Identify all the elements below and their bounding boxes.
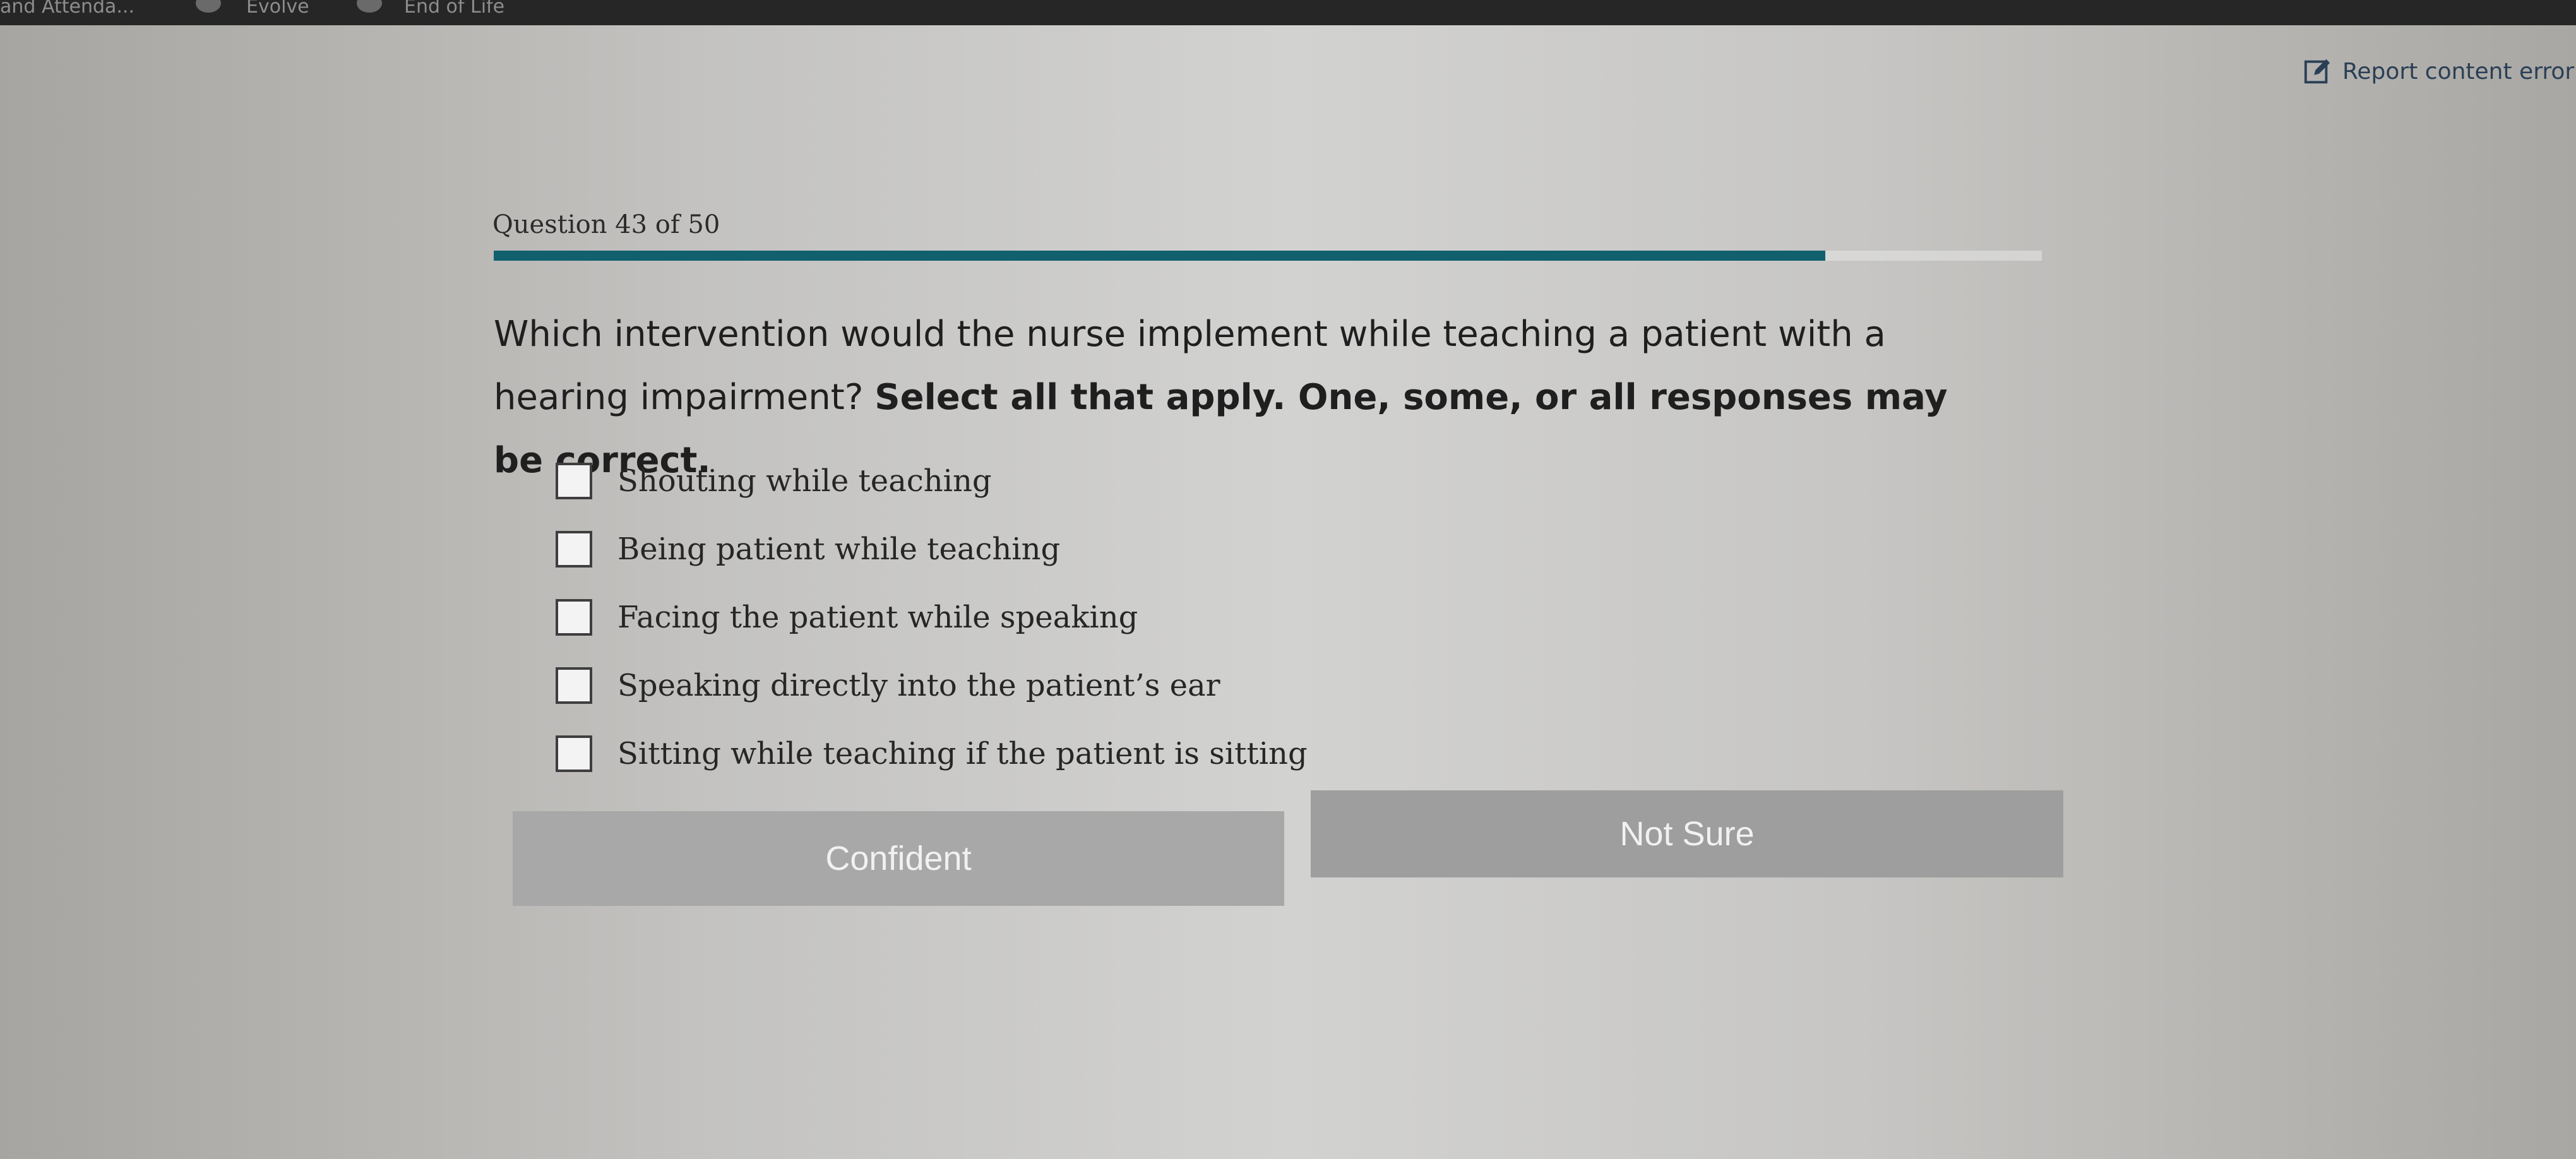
confident-button[interactable]: Confident <box>513 811 1284 906</box>
option-checkbox[interactable] <box>556 463 592 499</box>
evolve-icon <box>196 0 221 13</box>
browser-tab-end-of-life[interactable]: End of Life <box>404 0 504 16</box>
progress-bar-fill <box>494 251 1825 261</box>
report-content-error-link[interactable]: Report content error <box>2303 57 2574 86</box>
report-content-error-label: Report content error <box>2342 58 2575 85</box>
quiz-page: Report content error Question 43 of 50 W… <box>0 25 2576 1159</box>
evolve-icon <box>357 0 382 13</box>
browser-tab-attendance[interactable]: and Attenda... <box>0 0 134 16</box>
progress-bar <box>494 251 2042 261</box>
browser-tab-strip: and Attenda... Evolve End of Life <box>0 0 2576 25</box>
option-label: Being patient while teaching <box>617 532 1061 567</box>
option-checkbox[interactable] <box>556 667 592 704</box>
browser-tab-evolve[interactable]: Evolve <box>246 0 309 16</box>
answer-option[interactable]: Shouting while teaching <box>556 447 1308 515</box>
option-label: Speaking directly into the patient’s ear <box>617 668 1220 703</box>
option-label: Sitting while teaching if the patient is… <box>617 736 1308 771</box>
answer-option[interactable]: Facing the patient while speaking <box>556 583 1308 651</box>
edit-icon <box>2304 59 2330 84</box>
not-sure-button[interactable]: Not Sure <box>1311 790 2063 877</box>
option-checkbox[interactable] <box>556 599 592 636</box>
option-checkbox[interactable] <box>556 735 592 772</box>
option-checkbox[interactable] <box>556 531 592 568</box>
option-label: Facing the patient while speaking <box>617 600 1138 635</box>
answer-options: Shouting while teaching Being patient wh… <box>556 447 1308 788</box>
answer-option[interactable]: Being patient while teaching <box>556 515 1308 583</box>
answer-option[interactable]: Speaking directly into the patient’s ear <box>556 651 1308 720</box>
option-label: Shouting while teaching <box>617 463 992 499</box>
answer-option[interactable]: Sitting while teaching if the patient is… <box>556 720 1308 788</box>
question-counter: Question 43 of 50 <box>492 210 720 239</box>
